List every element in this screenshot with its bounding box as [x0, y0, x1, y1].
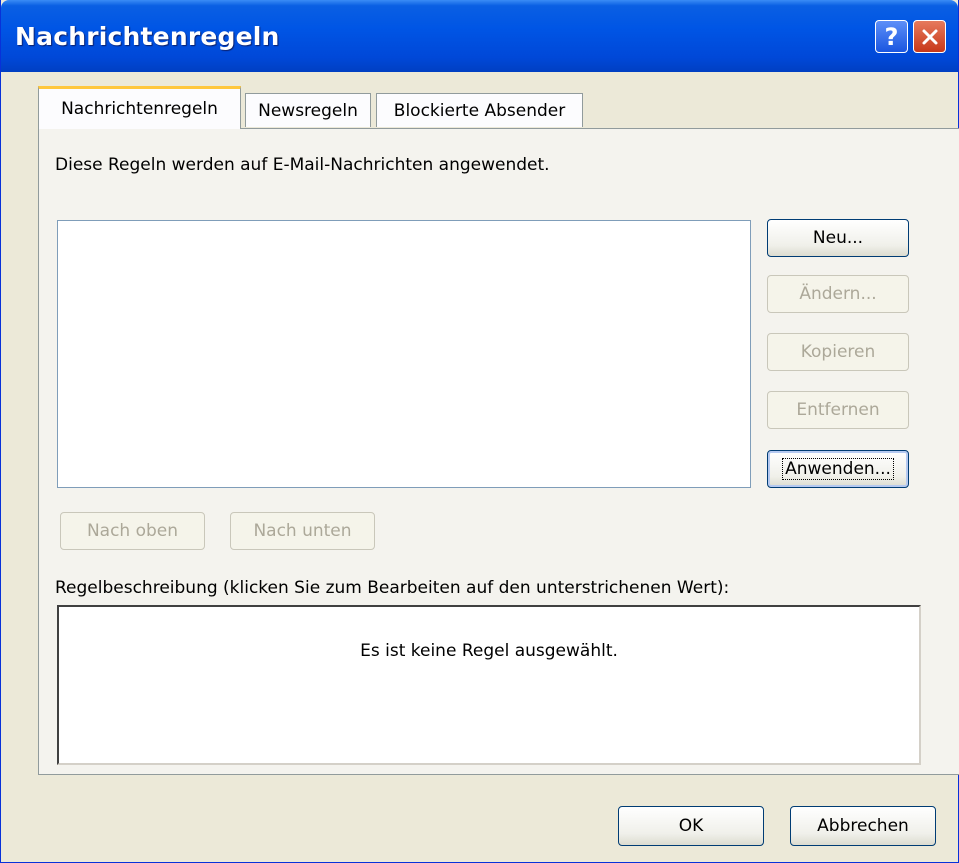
rule-description-label: Regelbeschreibung (klicken Sie zum Bearb…	[55, 578, 730, 598]
new-button-label: Neu...	[812, 228, 864, 248]
close-button[interactable]	[913, 20, 946, 53]
change-button-label: Ändern...	[799, 284, 877, 304]
copy-button-label: Kopieren	[800, 342, 876, 362]
copy-button[interactable]: Kopieren	[767, 333, 909, 371]
new-button[interactable]: Neu...	[767, 219, 909, 257]
tab-label: Blockierte Absender	[393, 100, 566, 121]
rule-description-text: Es ist keine Regel ausgewählt.	[360, 641, 618, 661]
panel-description: Diese Regeln werden auf E-Mail-Nachricht…	[55, 155, 550, 175]
ok-button-label: OK	[678, 816, 704, 836]
tab-nachrichtenregeln[interactable]: Nachrichtenregeln	[38, 86, 241, 129]
tab-newsregeln[interactable]: Newsregeln	[245, 93, 371, 127]
window-title: Nachrichtenregeln	[15, 22, 280, 51]
tab-label: Nachrichtenregeln	[61, 99, 218, 119]
help-icon: ?	[884, 22, 899, 51]
tab-blockierte-absender[interactable]: Blockierte Absender	[376, 93, 583, 127]
rules-list[interactable]	[57, 220, 751, 488]
move-down-button-label: Nach unten	[253, 521, 352, 541]
help-button[interactable]: ?	[875, 20, 908, 53]
tab-panel: Diese Regeln werden auf E-Mail-Nachricht…	[38, 128, 959, 775]
move-up-button-label: Nach oben	[86, 521, 179, 541]
apply-button[interactable]: Anwenden...	[767, 450, 909, 488]
move-up-button[interactable]: Nach oben	[60, 512, 205, 550]
move-down-button[interactable]: Nach unten	[230, 512, 375, 550]
close-icon	[922, 29, 937, 44]
remove-button[interactable]: Entfernen	[767, 391, 909, 429]
rule-description-box[interactable]: Es ist keine Regel ausgewählt.	[57, 605, 921, 765]
cancel-button[interactable]: Abbrechen	[790, 806, 936, 846]
title-bar[interactable]: Nachrichtenregeln ?	[1, 0, 958, 72]
change-button[interactable]: Ändern...	[767, 275, 909, 313]
tab-label: Newsregeln	[258, 100, 358, 121]
remove-button-label: Entfernen	[796, 400, 880, 420]
cancel-button-label: Abbrechen	[817, 816, 909, 836]
dialog-window: Nachrichtenregeln ? Nachrichtenregeln Ne…	[0, 0, 959, 863]
apply-button-label: Anwenden...	[782, 458, 894, 480]
ok-button[interactable]: OK	[618, 806, 764, 846]
